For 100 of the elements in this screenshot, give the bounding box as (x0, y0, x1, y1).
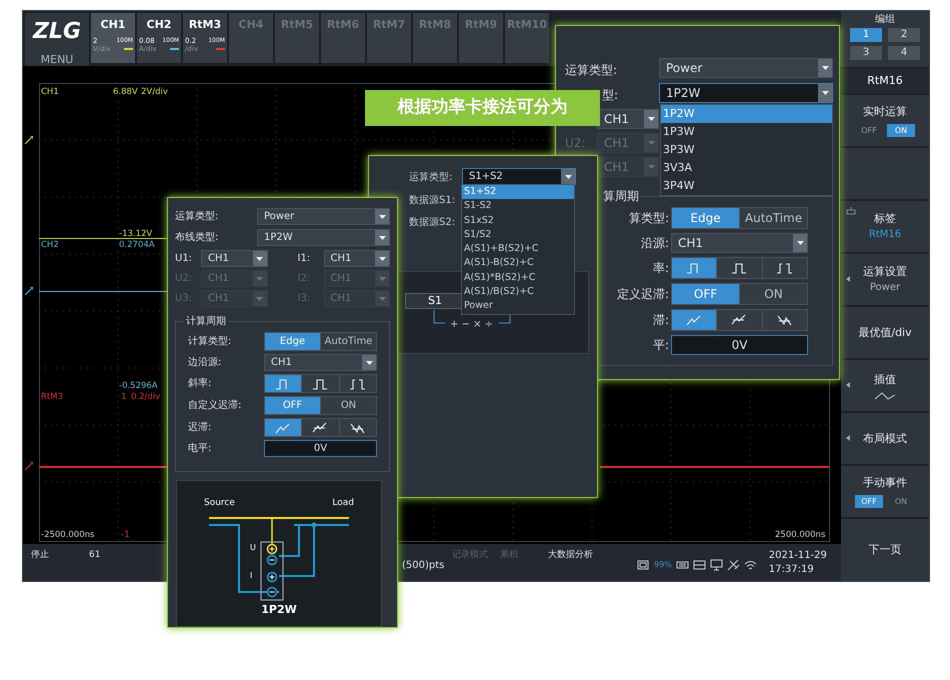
list-option[interactable]: 1P3W (661, 123, 832, 141)
softkey-button[interactable]: 布局模式 (841, 413, 929, 464)
menu-button[interactable]: ZLG MENU (25, 13, 89, 66)
channel-reading: 6.88V (113, 88, 138, 96)
list-option[interactable]: 3V3A (661, 159, 832, 177)
group-button[interactable]: 3 (850, 46, 882, 60)
icon-option-button[interactable] (717, 258, 762, 278)
operand-label: S1 (428, 292, 442, 309)
softkey-button[interactable]: 运算设置 Power (841, 254, 929, 305)
toggle-option[interactable]: ON (887, 495, 915, 508)
menu-label: 实时运算 (863, 104, 907, 120)
list-option[interactable]: A(S1)/B(S2)+C (462, 285, 574, 300)
softkey-button[interactable]: 插值 (841, 360, 929, 411)
field-label: 边沿源: (188, 356, 222, 370)
caret-icon (378, 296, 386, 300)
channel-scale: 2V/div (141, 88, 168, 96)
dropdown-field[interactable]: CH1 (597, 109, 659, 129)
dropdown-field[interactable]: 1P2W (659, 83, 833, 103)
crossed-network-icon (726, 559, 740, 571)
field-label: 布线类型: (175, 230, 220, 245)
time-label: 17:37:19 (768, 563, 815, 577)
group-button[interactable]: 2 (888, 28, 920, 42)
menu-label: 布局模式 (863, 430, 907, 446)
field-label: 计算类型: (188, 334, 232, 349)
keyboard-icon (846, 207, 856, 215)
caret-icon (648, 165, 654, 169)
segment-button[interactable]: AutoTime (740, 208, 807, 228)
toggle-option[interactable]: OFF (855, 124, 883, 137)
dropdown-field[interactable]: 1P2W (257, 229, 390, 246)
channel-label: RtM3 (41, 393, 63, 402)
menu-label: 标签 (874, 210, 896, 226)
list-option[interactable]: 3P3W (661, 141, 832, 159)
menu-value: Power (870, 280, 900, 294)
field-label: 率: (652, 260, 670, 277)
device-icon (692, 559, 706, 571)
field-label: 自定义迟滞: (188, 398, 242, 413)
field-label: 型: (602, 87, 618, 104)
field-label: 斜率: (188, 376, 212, 391)
icon-option-button[interactable] (340, 419, 376, 436)
icon-option-button[interactable] (717, 310, 762, 330)
list-option[interactable]: S1/S2 (462, 228, 574, 242)
caret-icon (378, 276, 386, 280)
dropdown-field[interactable]: S1+S2 (462, 168, 576, 185)
submenu-arrow-icon (846, 276, 850, 282)
channel-scale: 0.2/div (131, 393, 160, 402)
field-label: 滞: (652, 312, 670, 329)
field-label: 平: (652, 337, 670, 354)
hysteresis-icon (311, 420, 330, 434)
icon-option-button[interactable] (302, 375, 339, 392)
status-text: (500)pts (401, 559, 446, 573)
hysteresis-icon (274, 420, 292, 434)
caret-icon (256, 256, 263, 260)
dropdown-field[interactable]: CH1 (201, 250, 268, 267)
softkey-button[interactable]: 最优值/div (841, 307, 929, 358)
hysteresis-icon (685, 313, 704, 327)
caret-icon (648, 141, 654, 145)
status-text: 累积 (499, 549, 519, 562)
menu-label: 最优值/div (858, 324, 912, 340)
bracket-connector-icon (433, 310, 511, 325)
dropdown-field[interactable]: Power (659, 58, 833, 78)
caret-icon (378, 236, 386, 240)
list-option[interactable]: A(S1)*B(S2)+C (462, 270, 574, 286)
status-text: 大数据分析 (547, 549, 594, 562)
level-input-field[interactable]: 0V (671, 335, 808, 355)
caret-icon (796, 241, 804, 245)
channel-label: CH2 (41, 241, 59, 250)
icon-option-button[interactable] (302, 419, 339, 436)
level-input-field[interactable]: 0V (264, 440, 377, 457)
menu-label: 插值 (874, 372, 896, 388)
list-option[interactable]: Power (462, 299, 574, 314)
dropdown-field[interactable]: CH1 (671, 233, 808, 253)
list-option[interactable]: S1-S2 (462, 199, 574, 214)
edge-slope-icon (776, 261, 794, 275)
segment-button[interactable]: AutoTime (321, 333, 376, 350)
edge-slope-icon (311, 376, 330, 390)
source-label: Source (204, 497, 235, 510)
list-option[interactable]: A(S1)-B(S2)+C (462, 256, 574, 271)
list-option[interactable]: 3P4W (661, 177, 832, 195)
list-option[interactable]: S1xS2 (462, 214, 574, 228)
segment-button[interactable]: ON (321, 397, 376, 414)
time-start-value: -1 (121, 531, 130, 540)
dropdown-field[interactable]: CH1 (264, 354, 377, 371)
group-button[interactable]: 4 (888, 46, 920, 60)
softkey-button[interactable]: 下一页 (841, 519, 929, 581)
list-option[interactable]: A(S1)+B(S2)+C (462, 242, 574, 256)
hysteresis-icon (730, 313, 748, 327)
caret-icon (378, 214, 386, 218)
monitor-icon (710, 559, 723, 571)
icon-option-button[interactable] (762, 258, 807, 278)
dropdown-field[interactable]: Power (257, 208, 390, 225)
offset-reading: -0.5296A (119, 382, 158, 390)
dropdown-field[interactable]: CH1 (324, 250, 390, 267)
softkey-button[interactable]: 手动事件 OFF ON (841, 466, 929, 517)
softkey-button[interactable]: 标签 RtM16 (841, 201, 929, 252)
group-title: 编组 (875, 14, 895, 26)
segment-button[interactable]: ON (740, 284, 807, 304)
icon-option-button[interactable] (762, 310, 807, 330)
icon-option-button[interactable] (340, 375, 376, 392)
field-label: 运算类型: (409, 170, 452, 185)
softkey-button[interactable]: 实时运算 OFF ON (841, 95, 929, 146)
